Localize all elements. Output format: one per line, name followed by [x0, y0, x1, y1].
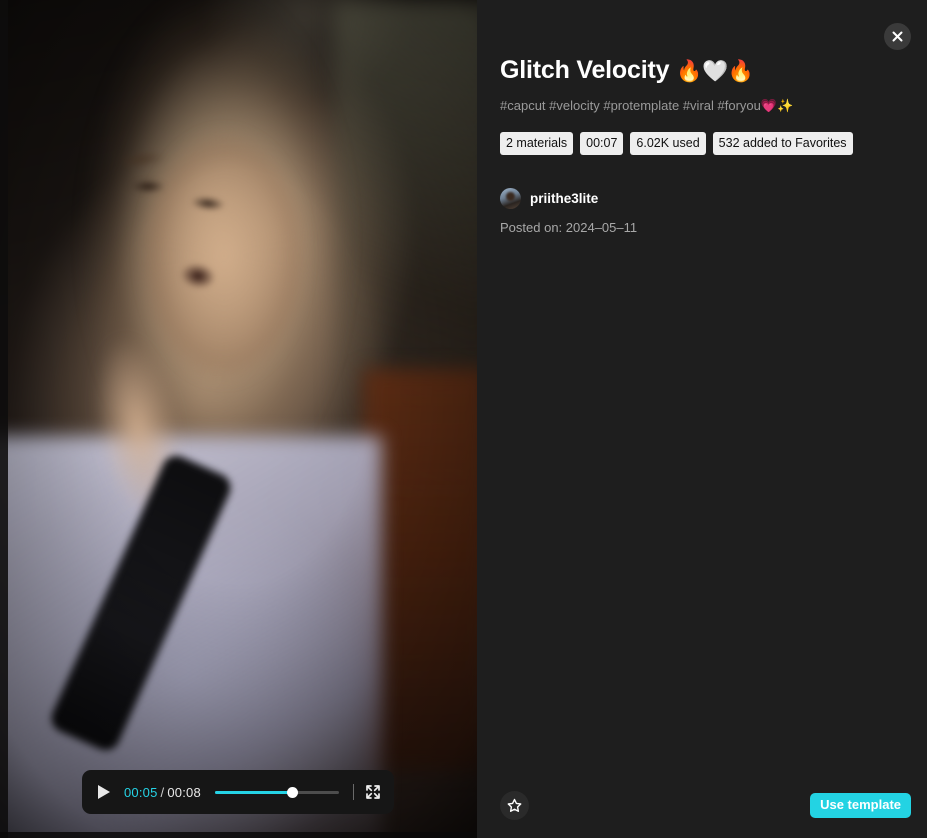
hashtag-list: #capcut #velocity #protemplate #viral #f…: [500, 97, 794, 113]
chip-duration: 00:07: [580, 131, 624, 156]
author-name[interactable]: priithe3lite: [530, 191, 598, 206]
page-title: Glitch Velocity 🔥🤍🔥: [500, 56, 891, 85]
video-left-letterbox: [0, 0, 8, 838]
fullscreen-button[interactable]: [364, 783, 382, 801]
current-time: 00:05: [124, 784, 158, 800]
close-button[interactable]: [884, 23, 911, 50]
title-text: Glitch Velocity: [500, 56, 670, 84]
controls-divider: [353, 784, 354, 800]
template-info-pane: Glitch Velocity 🔥🤍🔥 #capcut #velocity #p…: [477, 0, 927, 838]
video-player-controls: 00:05/00:08: [82, 770, 394, 814]
video-preview-pane[interactable]: 00:05/00:08: [0, 0, 477, 838]
progress-fill: [214, 790, 292, 794]
time-separator: /: [160, 784, 165, 800]
star-icon: [507, 798, 522, 812]
video-bottom-letterbox: [0, 832, 477, 838]
chip-used-count: 6.02K used: [630, 131, 706, 156]
action-bar: Use template: [500, 791, 911, 820]
author-row[interactable]: priithe3lite: [500, 188, 891, 210]
time-display: 00:05/00:08: [124, 785, 201, 800]
duration: 00:08: [167, 784, 201, 800]
video-frame[interactable]: [0, 0, 477, 838]
favorite-button[interactable]: [500, 791, 529, 820]
chip-materials: 2 materials: [500, 131, 574, 156]
posted-date: Posted on: 2024–05–11: [500, 220, 638, 236]
progress-knob[interactable]: [286, 786, 298, 798]
avatar: [500, 188, 521, 210]
video-vignette: [0, 0, 477, 838]
play-button[interactable]: [94, 782, 114, 802]
title-emoji: 🔥🤍🔥: [676, 60, 754, 83]
progress-slider[interactable]: [214, 785, 339, 799]
play-icon: [98, 785, 110, 799]
use-template-button[interactable]: Use template: [810, 792, 911, 819]
template-detail-modal: 00:05/00:08 Glitch Velocity 🔥🤍🔥 #capcut …: [0, 0, 927, 838]
chip-favorites-count: 532 added to Favorites: [712, 131, 853, 156]
fullscreen-icon: [366, 785, 380, 799]
metadata-chip-row: 2 materials 00:07 6.02K used 532 added t…: [500, 131, 891, 156]
close-icon: [892, 31, 903, 42]
